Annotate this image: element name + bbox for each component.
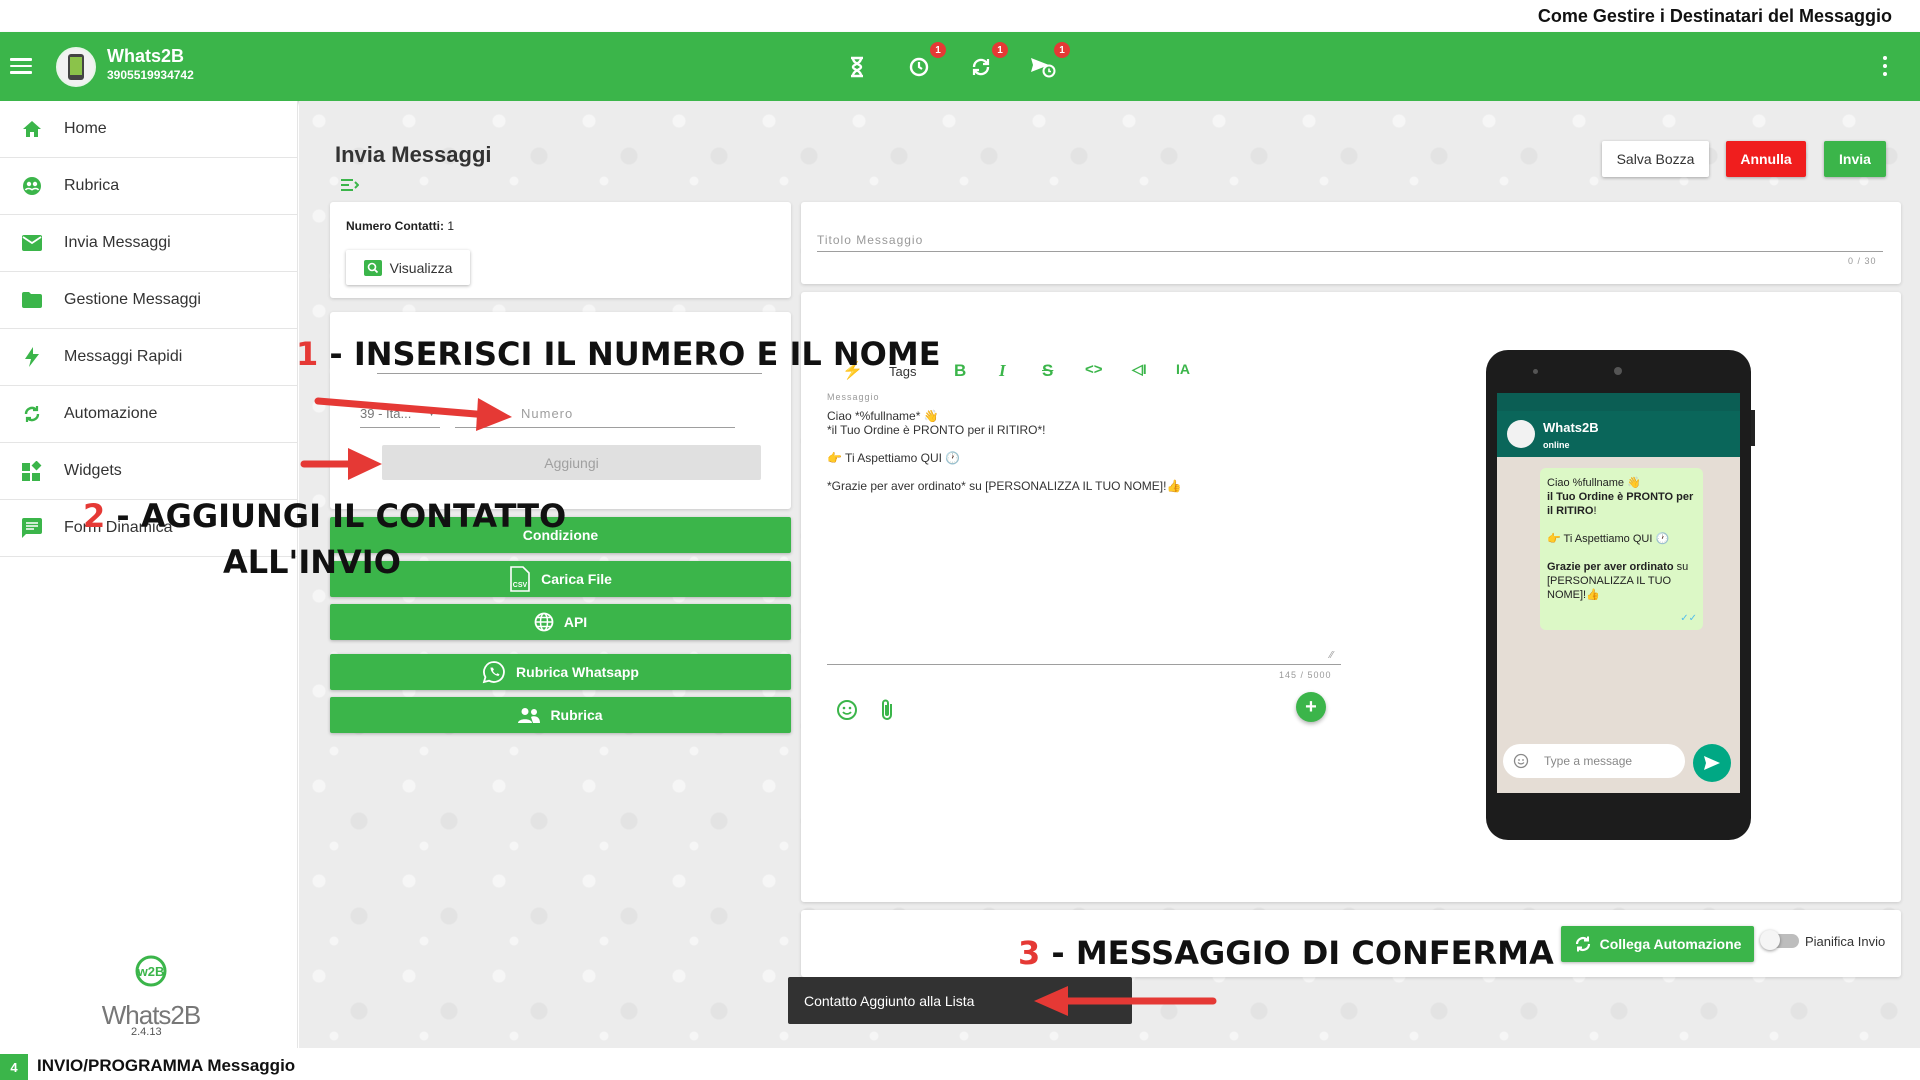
annotation-arrows [300,397,1217,1016]
footer-label: INVIO/PROGRAMMA Messaggio [37,1056,296,1075]
arrow-to-add-button [300,448,382,480]
arrow-to-toast [1034,986,1217,1016]
arrow-to-number-field [314,397,512,431]
step-number-badge: 4 [0,1054,28,1080]
